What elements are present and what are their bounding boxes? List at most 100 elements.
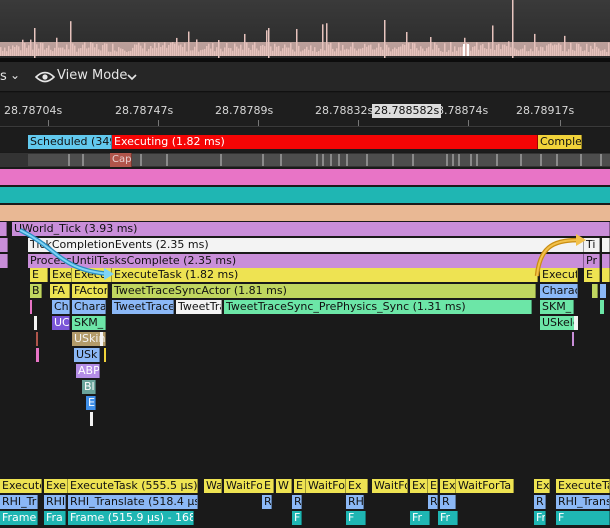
timing-toolbar: s ⌄ View Mode (0, 62, 610, 92)
bottom-event-row2[interactable]: R (292, 495, 302, 509)
bottom-event-label: RHI_Transl (558, 495, 610, 508)
ruler-tick (48, 120, 49, 126)
eye-icon (35, 71, 55, 83)
ruler-tick (468, 120, 469, 126)
bottom-event-row1[interactable]: Execute (0, 479, 42, 493)
bottom-event-label: RHI (46, 495, 66, 508)
bottom-event-label: Ex (412, 479, 426, 492)
bottom-event-row1[interactable]: ExecuteTask (555.5 µs) (68, 479, 198, 493)
bottom-event-label: Exe (46, 479, 66, 492)
ruler-cursor-time-label: 28.788582s (374, 104, 440, 117)
ruler-tick-label: 28.78832s (315, 104, 374, 117)
tan-band-track (0, 205, 610, 221)
bottom-event-label: Wa (206, 479, 222, 492)
bottom-event-label: Frame (515.9 µs) - 168 (70, 511, 194, 524)
bottom-event-row2[interactable]: R (428, 495, 438, 509)
bottom-event-row1[interactable]: WaitFo (306, 479, 346, 493)
bottom-event-row1[interactable]: Ex (534, 479, 550, 493)
bottom-event-label: E (296, 479, 303, 492)
bottom-event-label: Fr (536, 511, 546, 524)
ruler-tick-label: 28.78789s (215, 104, 274, 117)
bottom-event-label: Ex (348, 479, 362, 492)
bottom-event-row2[interactable]: RH (346, 495, 364, 509)
bottom-event-row1[interactable]: Ex (346, 479, 368, 493)
bottom-event-label: R (442, 495, 450, 508)
bottom-event-row1[interactable]: ExecuteTa (556, 479, 610, 493)
toolbar-truncated-label: s (0, 69, 7, 84)
bottom-event-row3[interactable]: F (346, 511, 366, 525)
frame-overview-graph[interactable] (0, 0, 610, 58)
bottom-event-row2[interactable]: RHI_Translate (518.4 µs) (68, 495, 198, 509)
bottom-event-row3[interactable]: Frame (0, 511, 38, 525)
bottom-event-label: R (536, 495, 544, 508)
bottom-event-row3[interactable]: Fra (44, 511, 66, 525)
bottom-event-row1[interactable]: WaitFo (224, 479, 264, 493)
bottom-event-row2[interactable]: R (534, 495, 546, 509)
bottom-event-label: WaitFo (226, 479, 263, 492)
bottom-event-label: F (348, 511, 355, 524)
dependency-arrows (18, 227, 586, 280)
bottom-event-label: WaitFo (308, 479, 345, 492)
bottom-event-row1[interactable]: E (262, 479, 274, 493)
executing-bar[interactable]: Executing (1.82 ms) (112, 135, 538, 149)
chevron-down-icon (127, 74, 137, 81)
ruler-tick (258, 120, 259, 126)
bottom-event-label: RHI_Tr (2, 495, 37, 508)
bottom-event-label: Ex (536, 479, 550, 492)
bottom-event-label: W (278, 479, 289, 492)
bottom-event-row3[interactable]: Frame (515.9 µs) - 168 (68, 511, 194, 525)
bottom-event-label: E (264, 479, 271, 492)
bottom-event-label: Fr (412, 511, 423, 524)
bottom-event-row2[interactable]: R (440, 495, 456, 509)
bottom-event-label: Execute (2, 479, 42, 492)
bottom-event-row1[interactable]: E (428, 479, 438, 493)
scheduled-bar[interactable]: Scheduled (349. (28, 135, 112, 149)
bottom-event-label: ExecuteTa (558, 479, 610, 492)
bottom-event-row2[interactable]: RHI (44, 495, 66, 509)
bottom-event-label: F (294, 511, 301, 524)
bottom-event-row3[interactable]: Fr (438, 511, 458, 525)
bottom-event-row2[interactable]: RHI_Transl (556, 495, 610, 509)
bottom-event-label: R (264, 495, 272, 508)
bottom-event-row1[interactable]: Wa (204, 479, 222, 493)
bottom-event-row3[interactable]: Fr (534, 511, 546, 525)
bottom-event-row1[interactable]: W (276, 479, 292, 493)
bottom-event-row1[interactable]: Ex (410, 479, 428, 493)
ruler-tick-label: 28.78747s (115, 104, 174, 117)
bottom-event-row3[interactable]: F (292, 511, 302, 525)
bottom-event-row3[interactable]: Fr (410, 511, 430, 525)
bottom-event-label: E (430, 479, 437, 492)
bottom-event-row2[interactable]: RHI_Tr (0, 495, 38, 509)
bottom-event-row1[interactable]: Ex (440, 479, 456, 493)
ruler-tick (158, 120, 159, 126)
ruler-cursor-time: 28.788582s (372, 104, 442, 118)
bottom-event-label: Fr (440, 511, 451, 524)
bottom-event-label: ExecuteTask (555.5 µs) (70, 479, 198, 492)
bottom-event-row1[interactable]: Exe (44, 479, 68, 493)
small-event-marks (30, 284, 606, 426)
bottom-event-label: RHI_Translate (518.4 µs) (70, 495, 198, 508)
bottom-event-label: Ex (442, 479, 456, 492)
bottom-event-label: Fra (46, 511, 63, 524)
bottom-event-label: WaitFo (374, 479, 408, 492)
bottom-event-row1[interactable]: E (294, 479, 306, 493)
teal-band-track (0, 187, 610, 203)
view-mode-button[interactable]: View Mode (34, 67, 138, 87)
context-switch-marks (68, 154, 602, 166)
ruler-tick (560, 120, 561, 126)
bottom-event-row1[interactable]: WaitForTa (456, 479, 514, 493)
ruler-tick (358, 120, 359, 126)
ruler-tick-label: 28.78917s (516, 104, 575, 117)
complete-bar[interactable]: Comple (538, 135, 582, 149)
bottom-event-label: R (430, 495, 438, 508)
bottom-event-label: RH (348, 495, 364, 508)
bottom-event-label: WaitForTa (458, 479, 512, 492)
view-mode-label: View Mode (57, 68, 128, 83)
bottom-event-label: Frame (2, 511, 37, 524)
bottom-event-label: F (558, 511, 565, 524)
chevron-down-icon[interactable]: ⌄ (10, 68, 20, 82)
pink-band-track (0, 169, 610, 185)
bottom-event-row1[interactable]: WaitFo (372, 479, 408, 493)
bottom-event-row2[interactable]: R (262, 495, 272, 509)
bottom-event-row3[interactable]: F (556, 511, 610, 525)
